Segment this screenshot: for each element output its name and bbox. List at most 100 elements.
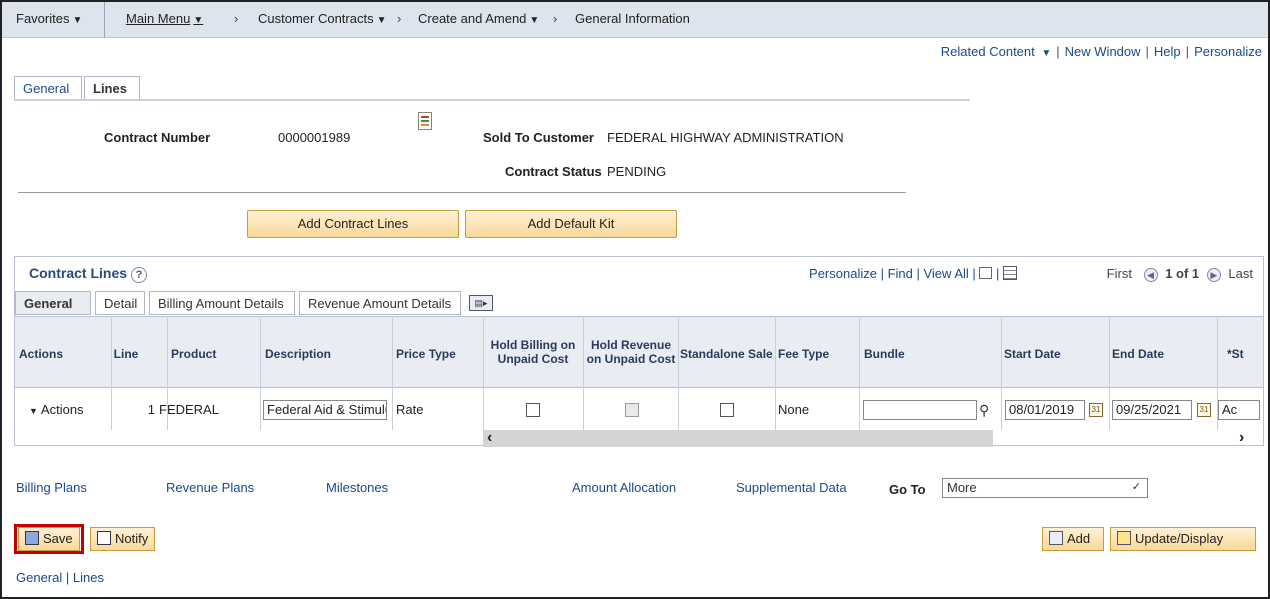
chevron-right-icon: › (553, 11, 558, 26)
next-icon[interactable]: ▶ (1206, 267, 1221, 282)
calendar-icon[interactable]: 31 (1089, 403, 1103, 417)
related-content-label: Related Content (940, 44, 1035, 59)
go-to-select[interactable]: More ✓ (942, 478, 1148, 498)
go-to-selected: More (947, 480, 977, 495)
tab-lines[interactable]: Lines (84, 76, 140, 101)
related-links: Related Content ▼ | New Window | Help | Person… (941, 44, 1262, 59)
chevron-down-icon: ✓ (1131, 481, 1141, 493)
col-hold-billing: Hold Billing on Unpaid Cost (490, 338, 576, 366)
show-all-columns-icon[interactable]: ▤▸ (469, 295, 493, 311)
description-input[interactable]: Federal Aid & Stimulus (263, 400, 387, 420)
row-line: 1 (147, 402, 155, 417)
scroll-left-icon[interactable]: ‹ (487, 429, 492, 447)
chevron-down-icon: ▼ (376, 15, 387, 26)
create-amend-menu[interactable]: Create and Amend ▼ (418, 11, 539, 26)
contract-number-label: Contract Number (104, 130, 211, 145)
col-description: Description (265, 347, 332, 361)
status-input[interactable]: Ac (1218, 400, 1260, 420)
customer-contracts-menu[interactable]: Customer Contracts ▼ (258, 11, 387, 26)
personalize-link[interactable]: Personalize (1194, 44, 1262, 59)
add-icon (1049, 531, 1063, 545)
general-information-crumb: General Information (575, 11, 690, 26)
search-icon[interactable]: ⚲ (979, 402, 989, 419)
related-content-link[interactable]: Related Content ▼ (941, 44, 1051, 59)
subtab-billing-amount[interactable]: Billing Amount Details (149, 291, 295, 315)
add-button[interactable]: Add (1042, 527, 1104, 551)
col-product: Product (171, 347, 217, 361)
chevron-right-icon: › (397, 11, 402, 26)
col-end-date: End Date (1112, 347, 1165, 361)
grid-links: Personalize | Find | View All | | (809, 266, 1017, 281)
document-icon[interactable] (418, 112, 432, 130)
save-button[interactable]: Save (18, 527, 80, 551)
update-display-button[interactable]: Update/Display (1110, 527, 1256, 551)
row-price-type: Rate (396, 402, 424, 417)
grid-header: Contract Lines? Personalize | Find | Vie… (15, 257, 1263, 291)
column-divider (1109, 316, 1110, 430)
breadcrumb-bar: Favorites ▼ Main Menu ▼ › Customer Contrac… (2, 2, 1268, 38)
grid-find-link[interactable]: Find (888, 266, 913, 281)
create-amend-label: Create and Amend (418, 11, 527, 26)
first-label: First (1106, 266, 1132, 281)
notify-button[interactable]: Notify (90, 527, 156, 551)
bottom-link-general[interactable]: General (16, 570, 62, 585)
column-divider (859, 316, 860, 430)
supplemental-data-link[interactable]: Supplemental Data (736, 480, 847, 495)
chevron-down-icon: ▼ (1041, 48, 1052, 59)
divider (104, 2, 105, 38)
standalone-sale-checkbox[interactable] (720, 403, 734, 417)
billing-plans-link[interactable]: Billing Plans (16, 480, 87, 495)
chevron-down-icon: ▼ (29, 406, 38, 416)
tab-general[interactable]: General (14, 76, 82, 100)
column-divider (678, 316, 679, 430)
help-link[interactable]: Help (1154, 44, 1181, 59)
help-icon[interactable]: ? (131, 267, 148, 283)
divider: | (1056, 44, 1060, 59)
tab-underline (14, 99, 970, 101)
bottom-tab-links: General | Lines (16, 570, 104, 585)
new-window-link[interactable]: New Window (1065, 44, 1141, 59)
revenue-plans-link[interactable]: Revenue Plans (166, 480, 254, 495)
divider: | (1185, 44, 1190, 59)
col-actions: Actions (19, 347, 64, 361)
subtab-general[interactable]: General (15, 291, 91, 315)
end-date-input[interactable]: 09/25/2021 (1112, 400, 1192, 420)
previous-icon[interactable]: ◀ (1143, 267, 1158, 282)
col-price-type: Price Type (396, 347, 456, 361)
favorites-menu[interactable]: Favorites ▼ (16, 11, 82, 26)
page-count: 1 of 1 (1165, 266, 1200, 281)
download-icon[interactable] (1003, 266, 1017, 280)
bundle-input[interactable] (863, 400, 977, 420)
bottom-link-lines[interactable]: Lines (73, 570, 104, 585)
horizontal-scrollbar[interactable] (483, 430, 993, 447)
column-divider (260, 316, 261, 430)
last-label: Last (1228, 266, 1253, 281)
col-standalone: Standalone Sale (680, 347, 773, 361)
col-fee-type: Fee Type (778, 347, 830, 361)
calendar-icon[interactable]: 31 (1197, 403, 1211, 417)
zoom-icon[interactable] (979, 267, 993, 279)
chevron-down-icon: ▼ (193, 15, 204, 26)
favorites-label: Favorites (16, 11, 70, 26)
divider (18, 192, 906, 193)
main-menu[interactable]: Main Menu ▼ (126, 11, 203, 26)
scroll-right-icon[interactable]: › (1239, 429, 1244, 447)
row-product: FEDERAL (159, 402, 219, 417)
add-default-kit-button[interactable]: Add Default Kit (465, 210, 677, 238)
hold-billing-checkbox[interactable] (526, 403, 540, 417)
row-actions-menu[interactable]: ▼ Actions (29, 402, 84, 417)
subtab-detail[interactable]: Detail (95, 291, 145, 315)
contract-status-value: PENDING (607, 164, 667, 179)
milestones-link[interactable]: Milestones (326, 480, 388, 495)
customer-contracts-label: Customer Contracts (258, 11, 374, 26)
grid-personalize-link[interactable]: Personalize (809, 266, 877, 281)
hold-revenue-checkbox (625, 403, 639, 417)
subtab-revenue-amount[interactable]: Revenue Amount Details (299, 291, 461, 315)
grid-view-all-link[interactable]: View All (923, 266, 968, 281)
add-contract-lines-button[interactable]: Add Contract Lines (247, 210, 459, 238)
save-icon (25, 531, 39, 545)
amount-allocation-link[interactable]: Amount Allocation (572, 480, 676, 495)
save-label: Save (43, 531, 73, 546)
start-date-input[interactable]: 08/01/2019 (1005, 400, 1085, 420)
grid-title-text: Contract Lines (29, 265, 128, 281)
